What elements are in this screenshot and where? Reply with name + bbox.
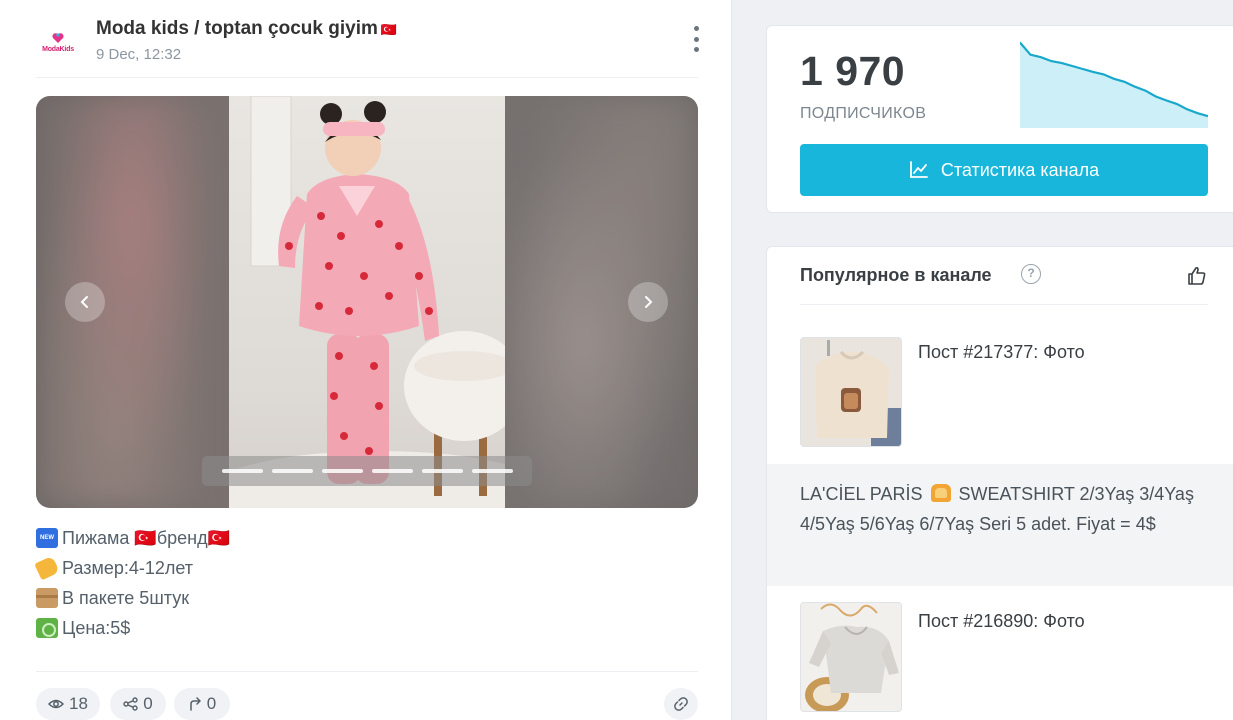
subscriber-count: 1 970 xyxy=(800,48,906,94)
popular-item[interactable]: Пост #216890: Фото xyxy=(767,586,1233,720)
chevron-left-icon xyxy=(80,296,88,308)
gallery-prev-button[interactable] xyxy=(65,282,105,322)
forward-arrow-icon xyxy=(190,697,201,711)
subscribers-card: 1 970 ПОДПИСЧИКОВ Статистика канала xyxy=(766,25,1233,213)
slide-indicator[interactable] xyxy=(421,469,463,473)
shares-count: 0 xyxy=(143,694,153,713)
bread-emoji-icon xyxy=(930,484,951,502)
new-emoji-icon: NEW xyxy=(36,528,58,548)
channel-stats-label: Статистика канала xyxy=(940,159,1100,180)
channel-name: Moda kids / toptan çocuk giyim xyxy=(96,18,378,39)
post-text: NEW Пижама 🇹🇷бренд🇹🇷 Размер:4-12лет В па… xyxy=(34,523,698,643)
post-line-text: Пижама 🇹🇷бренд🇹🇷 xyxy=(62,528,231,548)
label-tag-icon xyxy=(34,555,60,581)
slide-indicator[interactable] xyxy=(221,469,263,473)
popular-item-label: Пост #216890: Фото xyxy=(918,611,1085,631)
slide-indicator[interactable] xyxy=(471,469,513,473)
money-icon xyxy=(36,618,58,638)
popular-item-label: Пост #217377: Фото xyxy=(918,342,1085,362)
app-root: ModaKids Moda kids / toptan çocuk giyim 🇹… xyxy=(0,0,1233,720)
avatar-logo-text: ModaKids xyxy=(42,46,74,53)
package-box-icon xyxy=(36,588,58,608)
post-line-text: В пакете 5штук xyxy=(62,588,190,608)
more-menu-icon[interactable] xyxy=(692,26,700,52)
flag-icon: 🇹🇷 xyxy=(380,22,398,37)
channel-title[interactable]: Moda kids / toptan çocuk giyim 🇹🇷 xyxy=(96,18,397,40)
chevron-right-icon xyxy=(645,296,653,308)
copy-link-button[interactable] xyxy=(664,688,698,720)
gallery-slide-indicators xyxy=(202,456,532,486)
channel-stats-button[interactable]: Статистика канала xyxy=(800,144,1208,196)
subscriber-label: ПОДПИСЧИКОВ xyxy=(800,105,927,122)
sparkline-area xyxy=(1020,42,1208,128)
photo-gallery[interactable] xyxy=(36,96,698,508)
post-line: В пакете 5штук xyxy=(36,583,698,613)
channel-avatar[interactable]: ModaKids xyxy=(36,20,80,64)
post-date: 9 Dec, 12:32 xyxy=(96,46,182,63)
post-thumbnail[interactable] xyxy=(800,337,902,447)
forwards-count: 0 xyxy=(206,694,217,713)
post-line-text: Цена:5$ xyxy=(62,618,131,638)
heart-logo-icon xyxy=(51,31,65,45)
slide-indicator[interactable] xyxy=(371,469,413,473)
popular-item[interactable]: Пост #217377: Фото xyxy=(767,247,1233,464)
post-line: Размер:4-12лет xyxy=(34,553,698,583)
views-count: 18 xyxy=(69,694,88,713)
link-icon xyxy=(674,697,688,711)
divider xyxy=(36,671,698,672)
popular-card: Популярное в канале ? Пост #217377: Фото… xyxy=(766,246,1233,720)
post-photo[interactable] xyxy=(229,96,505,508)
post-line: NEW Пижама 🇹🇷бренд🇹🇷 xyxy=(36,523,698,553)
popular-text-post[interactable]: LA'CİEL PARİS SWEATSHIRT 2/3Yaş 3/4Yaş 4… xyxy=(800,479,1220,539)
post-line: Цена:5$ xyxy=(36,613,698,643)
forwards-counter[interactable]: 0 xyxy=(174,688,230,720)
views-counter[interactable]: 18 xyxy=(36,688,100,720)
chart-line-icon xyxy=(909,161,928,178)
eye-icon xyxy=(48,699,65,709)
subscribers-trend-sparkline xyxy=(1020,41,1208,128)
share-icon xyxy=(123,697,138,711)
gallery-next-button[interactable] xyxy=(628,282,668,322)
post-thumbnail[interactable] xyxy=(800,602,902,712)
popular-text-before: LA'CİEL PARİS xyxy=(800,484,923,504)
slide-indicator[interactable] xyxy=(321,469,363,473)
post-line-text: Размер:4-12лет xyxy=(62,558,194,578)
post-header: ModaKids Moda kids / toptan çocuk giyim 🇹… xyxy=(36,14,700,78)
gallery-blur-right xyxy=(505,96,698,508)
shares-counter[interactable]: 0 xyxy=(110,688,166,720)
post-card: ModaKids Moda kids / toptan çocuk giyim 🇹… xyxy=(0,0,732,720)
slide-indicator[interactable] xyxy=(271,469,313,473)
